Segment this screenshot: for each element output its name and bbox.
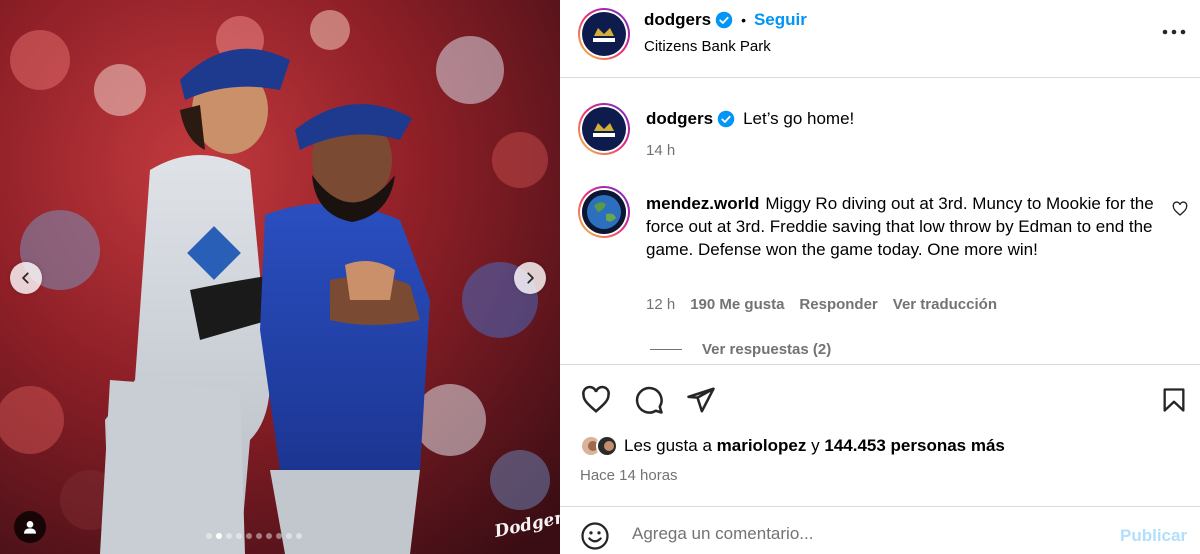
chevron-left-icon: [22, 272, 29, 284]
globe-avatar-icon: [582, 190, 626, 234]
author-username[interactable]: dodgers: [644, 10, 711, 30]
likes-user[interactable]: mariolopez: [717, 436, 807, 455]
follow-button[interactable]: Seguir: [754, 10, 807, 30]
more-icon: [1162, 29, 1186, 35]
user-tag-icon: [24, 521, 36, 534]
chevron-right-icon: [527, 272, 534, 284]
like-button[interactable]: [579, 383, 613, 417]
replies-divider: [650, 349, 682, 350]
reply-button[interactable]: Responder: [799, 296, 877, 313]
likes-text[interactable]: Les gusta a mariolopez y 144.453 persona…: [624, 436, 1005, 456]
post-media[interactable]: Dodgers: [0, 0, 560, 554]
author-avatar[interactable]: [578, 8, 630, 60]
carousel-dot: [276, 533, 282, 539]
heart-icon: [582, 385, 610, 413]
caption: dodgers Let’s go home!: [646, 109, 854, 129]
caption-avatar[interactable]: [578, 103, 630, 155]
translate-button[interactable]: Ver traducción: [893, 296, 997, 313]
comment-item: mendez.world Miggy Ro diving out at 3rd. …: [646, 192, 1156, 261]
next-photo-button[interactable]: [514, 262, 546, 294]
carousel-dot: [256, 533, 262, 539]
more-options-button[interactable]: [1160, 22, 1188, 42]
carousel-dot: [206, 533, 212, 539]
comment-icon: [635, 386, 663, 414]
post-location[interactable]: Citizens Bank Park: [644, 38, 771, 55]
carousel-dot: [246, 533, 252, 539]
carousel-dot: [266, 533, 272, 539]
verified-icon: [717, 110, 735, 128]
verified-icon: [715, 11, 733, 29]
save-button[interactable]: [1157, 383, 1191, 417]
emoji-button[interactable]: [580, 521, 610, 554]
carousel-dot: [216, 533, 222, 539]
carousel-dot: [236, 533, 242, 539]
like-comment-button[interactable]: [1172, 201, 1188, 220]
view-replies-label: Ver respuestas (2): [702, 341, 832, 358]
emoji-icon: [581, 522, 609, 550]
heart-icon: [1172, 201, 1188, 216]
likes-joiner: y: [811, 436, 820, 455]
likes-others[interactable]: 144.453 personas más: [824, 436, 1005, 455]
carousel-indicator: [206, 533, 302, 539]
action-bar: [560, 364, 1200, 432]
post-photo: [0, 0, 560, 554]
tagged-users-button[interactable]: [14, 511, 46, 543]
share-button[interactable]: [684, 383, 718, 417]
view-replies-button[interactable]: Ver respuestas (2): [650, 341, 831, 358]
comment-button[interactable]: [632, 383, 666, 417]
comment-likes[interactable]: 190 Me gusta: [690, 296, 784, 313]
champions-logo-icon: [584, 109, 624, 149]
carousel-dot: [286, 533, 292, 539]
post-timestamp[interactable]: Hace 14 horas: [580, 467, 678, 484]
comment-meta: 12 h 190 Me gusta Responder Ver traducci…: [646, 296, 997, 313]
comments-section[interactable]: dodgers Let’s go home! 14 h mendez.world…: [560, 79, 1200, 364]
likes-prefix: Les gusta a: [624, 436, 712, 455]
publish-button[interactable]: Publicar: [1120, 526, 1187, 546]
caption-username[interactable]: dodgers: [646, 109, 713, 129]
bookmark-icon: [1163, 388, 1185, 412]
previous-photo-button[interactable]: [10, 262, 42, 294]
caption-text: Let’s go home!: [743, 109, 855, 128]
liker-avatar[interactable]: [596, 435, 618, 457]
caption-time[interactable]: 14 h: [646, 142, 675, 159]
share-icon: [687, 387, 715, 413]
post-details-panel: dodgers • Seguir Citizens Bank Park dodg…: [560, 0, 1200, 554]
add-comment-bar: Publicar: [560, 506, 1200, 554]
commenter-avatar[interactable]: [578, 186, 630, 238]
champions-logo-icon: [584, 14, 624, 54]
post-header: dodgers • Seguir Citizens Bank Park: [560, 0, 1200, 78]
header-separator: •: [741, 12, 746, 28]
comment-username[interactable]: mendez.world: [646, 194, 759, 213]
likes-summary: Les gusta a mariolopez y 144.453 persona…: [580, 435, 1005, 457]
liker-photo-icon: [598, 437, 616, 455]
carousel-dot: [296, 533, 302, 539]
comment-input[interactable]: [632, 519, 1102, 549]
comment-time[interactable]: 12 h: [646, 296, 675, 313]
carousel-dot: [226, 533, 232, 539]
